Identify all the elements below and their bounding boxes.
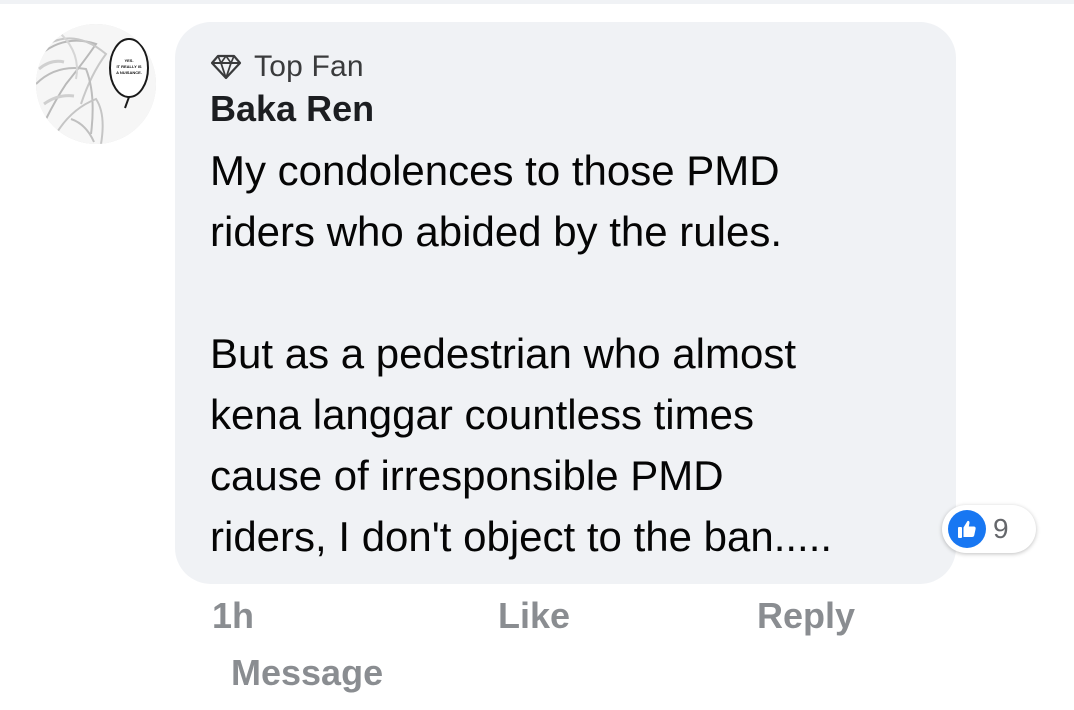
reaction-count: 9 [993,513,1009,544]
comment-timestamp[interactable]: 1h [212,595,254,637]
reply-button[interactable]: Reply [757,595,855,637]
message-button[interactable]: Message [231,652,383,694]
comment-line: cause of irresponsible PMD [210,452,724,499]
reaction-summary[interactable]: 9 [942,505,1036,553]
svg-text:IT REALLY IS: IT REALLY IS [116,64,141,69]
svg-text:A NUISANCE.: A NUISANCE. [116,70,142,75]
paragraph-break [210,262,930,323]
like-button[interactable]: Like [498,595,570,637]
comment-line: kena langgar countless times [210,391,754,438]
comment-line: riders who abided by the rules. [210,208,782,255]
comment-screen: YES. IT REALLY IS A NUISANCE. Top Fan Ba… [0,0,1074,710]
anime-avatar-image: YES. IT REALLY IS A NUISANCE. [36,24,156,144]
comment-line: My condolences to those PMD [210,147,780,194]
diamond-icon [210,54,242,80]
top-fan-badge[interactable]: Top Fan [210,48,364,86]
comment-line: riders, I don't object to the ban..... [210,513,833,560]
top-divider [0,0,1074,4]
thumbs-up-icon [948,510,986,548]
comment-line: But as a pedestrian who almost [210,330,796,377]
author-name[interactable]: Baka Ren [210,88,374,130]
svg-text:YES.: YES. [124,58,133,63]
badge-label: Top Fan [254,50,364,83]
avatar[interactable]: YES. IT REALLY IS A NUISANCE. [36,24,156,144]
comment-text: My condolences to those PMD riders who a… [210,140,930,567]
